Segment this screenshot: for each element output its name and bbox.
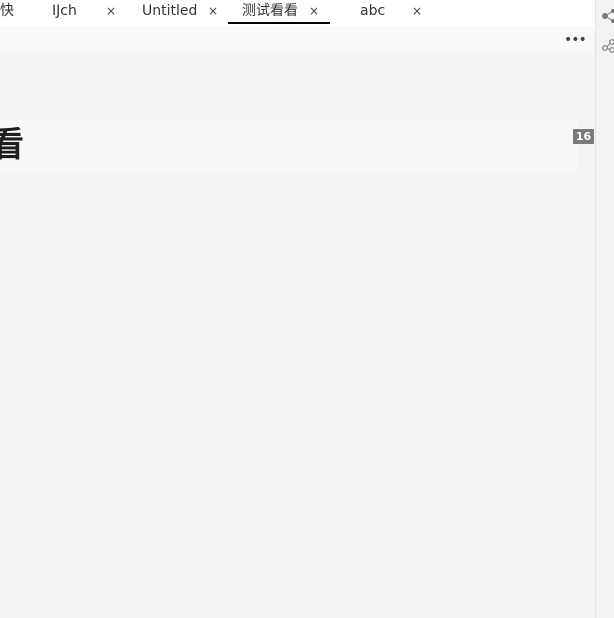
tab-close-icon[interactable]: × — [208, 0, 218, 22]
tab-ijch[interactable]: IJch × — [42, 0, 132, 24]
tab-close-icon[interactable]: × — [309, 0, 319, 22]
tab-close-icon[interactable]: × — [412, 0, 422, 22]
tab-label: 测试看看 — [242, 3, 298, 19]
editor-toolbar: ••• — [0, 26, 595, 54]
graph-icon[interactable] — [602, 9, 614, 23]
line-number-badge: 16 — [573, 129, 594, 144]
right-side-panel — [595, 0, 614, 618]
app-window: 快 IJch × Untitled × 测试看看 × abc × ••• 看 1… — [0, 0, 614, 618]
tab-label: abc — [360, 3, 386, 19]
tab-abc[interactable]: abc × — [330, 0, 430, 24]
tab-close-icon[interactable]: × — [106, 0, 116, 22]
ellipsis-icon[interactable]: ••• — [564, 31, 587, 49]
share-nodes-icon[interactable] — [602, 39, 614, 53]
tab-ceshi-kankan[interactable]: 测试看看 × — [228, 0, 330, 24]
tab-kuai[interactable]: 快 — [0, 0, 40, 24]
editor-area[interactable]: 看 16 — [0, 54, 595, 618]
tab-label: Untitled — [142, 3, 198, 19]
tab-label: IJch — [52, 3, 77, 19]
tab-untitled[interactable]: Untitled × — [132, 0, 228, 24]
heading-block[interactable]: 看 — [0, 119, 578, 171]
heading-text: 看 — [0, 125, 24, 165]
tab-label: 快 — [0, 3, 14, 19]
tab-bar: 快 IJch × Untitled × 测试看看 × abc × — [0, 0, 595, 26]
